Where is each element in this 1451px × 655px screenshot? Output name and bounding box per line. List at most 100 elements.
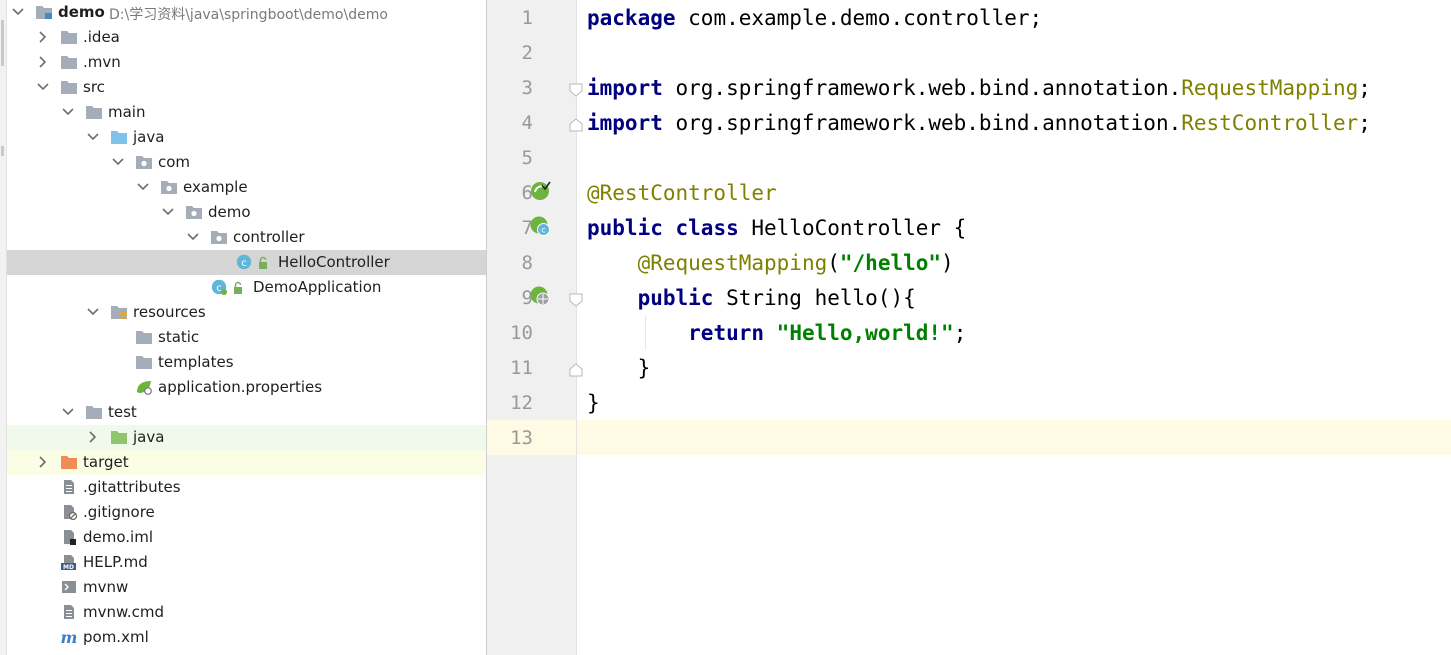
module-folder-icon (35, 4, 53, 20)
svg-text:c: c (541, 226, 545, 235)
tree-row-mvnw-cmd[interactable]: mvnw.cmd (7, 600, 486, 625)
chevron-down-icon[interactable] (86, 130, 100, 144)
tree-row-hellocontroller[interactable]: c HelloController (7, 250, 486, 275)
resources-folder-icon (110, 304, 128, 320)
tree-row-mvn[interactable]: .mvn (7, 50, 486, 75)
source-folder-icon (110, 129, 128, 145)
code-text: ; (953, 321, 967, 345)
code-text: String hello(){ (713, 286, 916, 310)
chevron-down-icon[interactable] (61, 105, 75, 119)
tree-row-application-properties[interactable]: application.properties (7, 375, 486, 400)
code-line-11[interactable]: } (587, 351, 651, 386)
code-text: ; (1358, 76, 1371, 100)
tree-row-test[interactable]: test (7, 400, 486, 425)
line-number: 4 (521, 112, 533, 134)
chevron-down-icon[interactable] (86, 305, 100, 319)
code-text: HelloController { (738, 216, 967, 240)
code-text: org.springframework.web.bind.annotation. (662, 111, 1182, 135)
fold-start-icon[interactable] (569, 82, 583, 97)
current-line-highlight (487, 420, 1451, 455)
chevron-down-icon[interactable] (111, 155, 125, 169)
line-number: 7 (521, 217, 533, 239)
chevron-right-icon[interactable] (36, 30, 50, 44)
maven-icon: m (60, 629, 78, 645)
code-text: org.springframework.web.bind.annotation. (662, 76, 1182, 100)
tree-row-com[interactable]: com (7, 150, 486, 175)
tree-item-label: java (133, 428, 165, 446)
keyword: return (688, 321, 765, 345)
fold-end-icon[interactable] (569, 117, 583, 132)
spring-bean-class-icon[interactable]: c (529, 215, 551, 237)
string-literal: "/hello" (839, 251, 942, 275)
line-number: 13 (510, 427, 533, 449)
code-line-10[interactable]: return "Hello,world!"; (587, 316, 966, 351)
tree-row-resources[interactable]: resources (7, 300, 486, 325)
tree-row-src[interactable]: src (7, 75, 486, 100)
string-literal: "Hello,world!" (776, 321, 954, 345)
tree-row-main[interactable]: main (7, 100, 486, 125)
tree-row-java-test[interactable]: java (7, 425, 486, 450)
ignore-file-icon (60, 504, 78, 520)
tree-item-label: static (158, 328, 200, 346)
tree-row-root[interactable]: demo D:\学习资料\java\springboot\demo\demo (7, 0, 486, 25)
tree-row-pom-xml[interactable]: m pom.xml (7, 625, 486, 650)
lock-icon (232, 280, 244, 294)
chevron-down-icon[interactable] (136, 180, 150, 194)
tree-item-label: controller (233, 228, 305, 246)
tree-row-demo-iml[interactable]: demo.iml (7, 525, 486, 550)
code-text: com.example.demo.controller; (675, 6, 1043, 30)
tree-item-label: DemoApplication (253, 278, 382, 296)
chevron-down-icon[interactable] (161, 205, 175, 219)
tree-item-label: pom.xml (83, 628, 149, 646)
tree-row-gitattributes[interactable]: .gitattributes (7, 475, 486, 500)
tree-row-gitignore[interactable]: .gitignore (7, 500, 486, 525)
tree-item-label: .gitignore (83, 503, 155, 521)
gutter-separator (576, 0, 577, 655)
chevron-right-icon[interactable] (36, 55, 50, 69)
tree-item-label: templates (158, 353, 234, 371)
tree-row-java-src[interactable]: java (7, 125, 486, 150)
code-line-6[interactable]: @RestController (587, 176, 777, 211)
tree-row-controller[interactable]: controller (7, 225, 486, 250)
code-line-9[interactable]: public String hello(){ (587, 281, 916, 316)
code-line-4[interactable]: import org.springframework.web.bind.anno… (587, 106, 1371, 141)
chevron-down-icon[interactable] (186, 230, 200, 244)
code-text: ; (1358, 111, 1371, 135)
package-icon (135, 154, 153, 170)
scroll-marker (1, 20, 4, 66)
line-number: 6 (521, 182, 533, 204)
code-line-12[interactable]: } (587, 386, 600, 421)
tree-item-label: application.properties (158, 378, 323, 396)
tree-row-templates[interactable]: templates (7, 350, 486, 375)
fold-end-icon[interactable] (569, 362, 583, 377)
chevron-down-icon[interactable] (61, 405, 75, 419)
folder-icon (85, 104, 103, 120)
code-line-3[interactable]: import org.springframework.web.bind.anno… (587, 71, 1371, 106)
tree-row-target[interactable]: target (7, 450, 486, 475)
project-tree-panel: demo D:\学习资料\java\springboot\demo\demo .… (0, 0, 486, 655)
markdown-file-icon: MD (60, 554, 78, 570)
code-line-1[interactable]: package com.example.demo.controller; (587, 1, 1042, 36)
chevron-down-icon[interactable] (11, 5, 25, 19)
code-line-8[interactable]: @RequestMapping("/hello") (587, 246, 954, 281)
tree-row-example[interactable]: example (7, 175, 486, 200)
spring-bean-icon[interactable] (529, 180, 551, 202)
tree-row-demo-pkg[interactable]: demo (7, 200, 486, 225)
tree-row-help-md[interactable]: MD HELP.md (7, 550, 486, 575)
request-mapping-icon[interactable] (529, 285, 551, 307)
code-text: } (637, 356, 651, 380)
folder-icon (60, 54, 78, 70)
tree-row-idea[interactable]: .idea (7, 25, 486, 50)
chevron-right-icon[interactable] (36, 455, 50, 469)
tree-row-mvnw[interactable]: mvnw (7, 575, 486, 600)
chevron-right-icon[interactable] (86, 430, 100, 444)
tree-row-static[interactable]: static (7, 325, 486, 350)
fold-start-icon[interactable] (569, 292, 583, 307)
chevron-down-icon[interactable] (36, 80, 50, 94)
test-folder-icon (110, 429, 128, 445)
code-line-7[interactable]: public class HelloController { (587, 211, 966, 246)
keyword: package (587, 6, 676, 30)
line-number: 11 (510, 357, 533, 379)
tree-item-label: .gitattributes (83, 478, 181, 496)
tree-row-demoapplication[interactable]: c DemoApplication (7, 275, 486, 300)
